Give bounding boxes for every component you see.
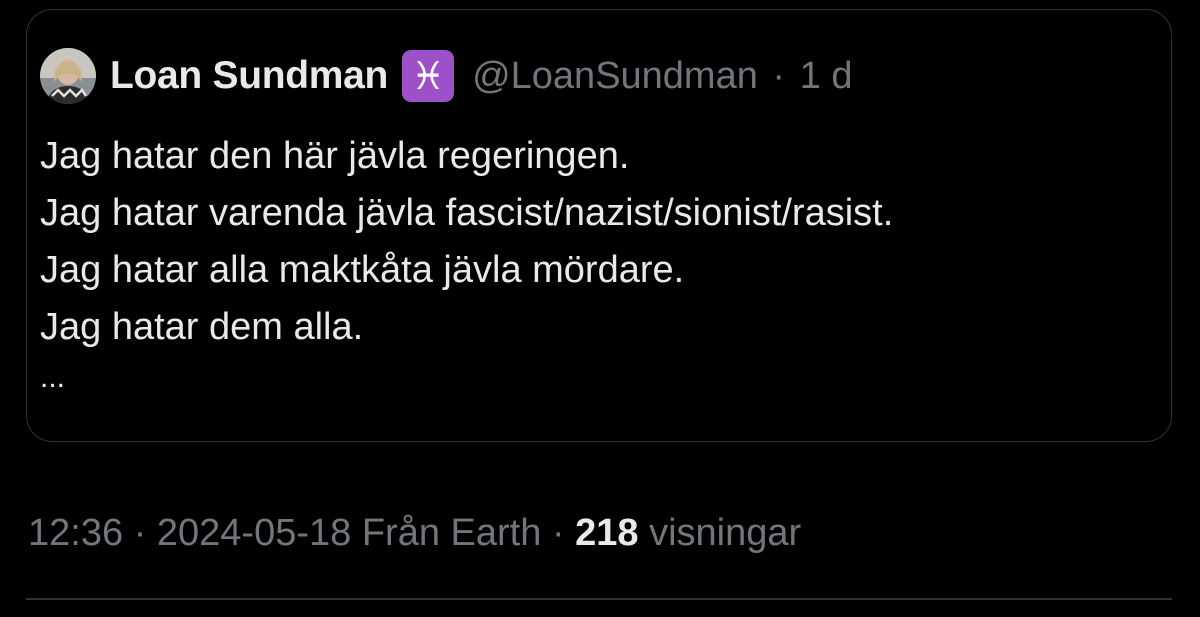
author-avatar[interactable] xyxy=(40,48,96,104)
author-name[interactable]: Loan Sundman xyxy=(110,54,388,98)
meta-separator: · xyxy=(133,512,147,554)
tweet-time[interactable]: 12:36 xyxy=(28,512,123,554)
truncation-ellipsis: ... xyxy=(40,361,66,394)
tweet-date[interactable]: 2024-05-18 xyxy=(157,512,351,554)
tweet-text-line: Jag hatar varenda jävla fascist/nazist/s… xyxy=(40,192,894,234)
views-label: visningar xyxy=(649,512,802,554)
tweet-timestamp-row: 12:36 · 2024-05-18 Från Earth · 218 visn… xyxy=(28,512,801,555)
tweet-view: Loan Sundman ♓ @LoanSundman · 1 d Jag ha… xyxy=(0,0,1200,617)
tweet-source: Från Earth xyxy=(361,512,542,554)
divider xyxy=(26,598,1172,600)
avatar-image xyxy=(40,48,96,104)
tweet-age[interactable]: 1 d xyxy=(800,55,853,97)
tweet-text-line: Jag hatar dem alla. xyxy=(40,306,364,348)
tweet-text-line: Jag hatar alla maktkåta jävla mördare. xyxy=(40,249,685,291)
quoted-tweet-text: Jag hatar den här jävla regeringen. Jag … xyxy=(40,128,1120,400)
quoted-tweet-header: Loan Sundman ♓ @LoanSundman · 1 d xyxy=(40,48,852,104)
author-handle[interactable]: @LoanSundman xyxy=(472,55,758,97)
tweet-text-line: Jag hatar den här jävla regeringen. xyxy=(40,135,630,177)
views-count[interactable]: 218 xyxy=(575,512,638,554)
meta-separator: · xyxy=(772,54,786,97)
pisces-emoji-icon: ♓ xyxy=(402,50,455,102)
quoted-tweet-meta: @LoanSundman · 1 d xyxy=(472,55,852,98)
meta-separator: · xyxy=(551,512,565,554)
